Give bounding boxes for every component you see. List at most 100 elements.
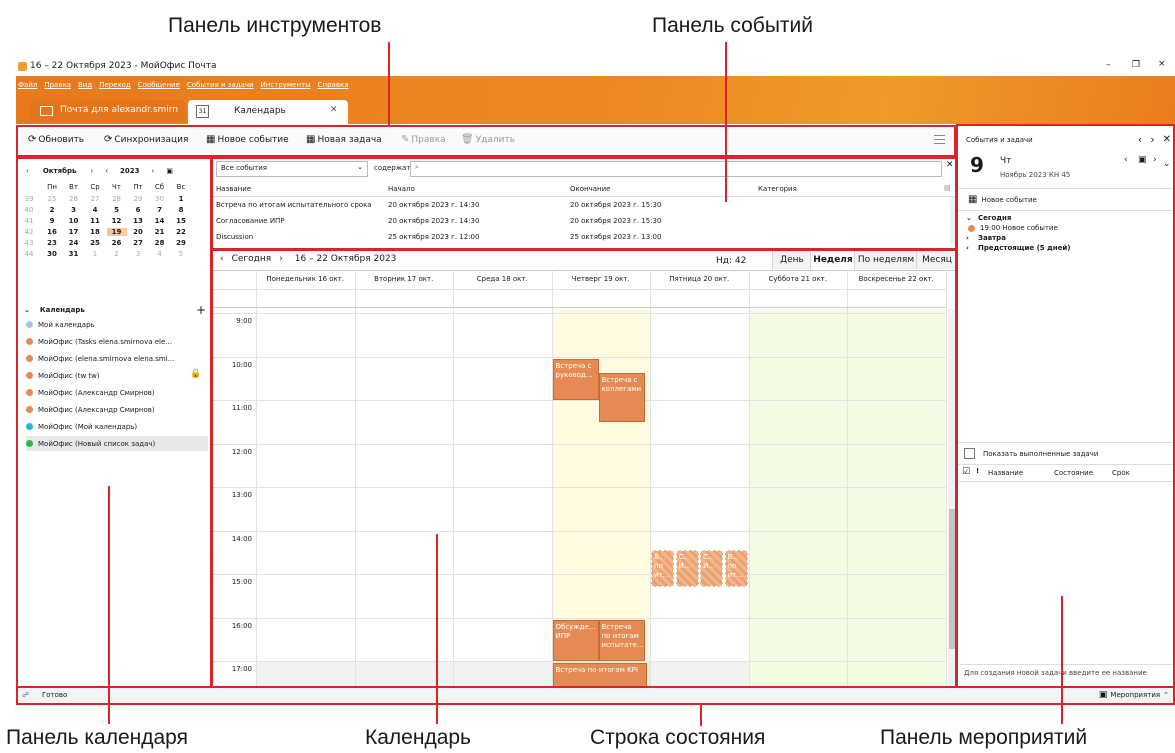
calendar-item[interactable]: МойОфис (Александр Смирнов): [26, 385, 208, 400]
scrollbar-thumb[interactable]: [949, 509, 955, 649]
next-year-icon[interactable]: ›: [152, 167, 155, 175]
mini-calendar-day[interactable]: 6: [128, 206, 148, 214]
next-week-icon[interactable]: ›: [279, 254, 283, 264]
tab-mail[interactable]: Почта для alexandr.smirn: [30, 100, 185, 122]
day-column[interactable]: [354, 309, 453, 686]
task-col-status[interactable]: Состояние: [1054, 469, 1093, 477]
calendar-item[interactable]: МойОфис (Александр Смирнов): [26, 402, 208, 417]
col-name[interactable]: Название: [216, 185, 251, 193]
mini-calendar-day[interactable]: 14: [150, 217, 170, 225]
prev-month-icon[interactable]: ‹: [26, 167, 29, 175]
tentative-event[interactable]: В... по ит...: [724, 550, 748, 588]
mini-calendar-day[interactable]: 30: [150, 195, 170, 203]
agenda-section[interactable]: › Завтра: [966, 234, 1006, 242]
tentative-event[interactable]: С... И...: [675, 550, 699, 588]
mini-calendar-day[interactable]: 2: [107, 250, 127, 258]
mini-calendar-day[interactable]: 4: [85, 206, 105, 214]
close-pane-icon[interactable]: ✕: [1163, 134, 1171, 145]
next-month-icon[interactable]: ›: [90, 167, 93, 175]
menu-events-tasks[interactable]: События и задачи: [187, 81, 254, 89]
view-tab[interactable]: Неделя: [810, 251, 855, 271]
calendar-event[interactable]: Встреча с коллегами: [598, 373, 645, 423]
events-table-row[interactable]: Согласование ИПР 20 октября 2023 г. 14:30…: [212, 213, 948, 229]
new-task-input[interactable]: Для создания новой задачи введите ее наз…: [960, 664, 1172, 681]
menu-tools[interactable]: Инструменты: [261, 81, 311, 89]
menu-message[interactable]: Сообщение: [138, 81, 180, 89]
calendar-item[interactable]: МойОфис (Мой календарь): [26, 419, 208, 434]
activities-toggle[interactable]: ▣ Мероприятия ⌃: [1099, 690, 1169, 700]
today-icon[interactable]: ▣: [1138, 155, 1147, 165]
calendar-event[interactable]: Встреча по итогам испытате...: [598, 619, 645, 662]
mini-calendar-day[interactable]: 9: [42, 217, 62, 225]
mini-calendar-day[interactable]: 31: [64, 250, 84, 258]
day-column[interactable]: [453, 309, 552, 686]
menu-help[interactable]: Справка: [318, 81, 349, 89]
calendar-item[interactable]: МойОфис (Новый список задач): [26, 436, 208, 451]
minimize-icon[interactable]: –: [1106, 60, 1111, 70]
events-filter-select[interactable]: Все события ⌄: [216, 161, 368, 177]
mini-calendar-day[interactable]: 16: [42, 228, 62, 236]
mini-calendar-day[interactable]: 24: [64, 239, 84, 247]
next-icon[interactable]: ›: [1150, 133, 1154, 146]
new-task-button[interactable]: ▦ Новая задача: [306, 134, 382, 145]
day-header[interactable]: Понедельник 16 окт.: [256, 275, 355, 283]
day-header[interactable]: Пятница 20 окт.: [650, 275, 749, 283]
checkbox[interactable]: [964, 448, 975, 459]
mini-calendar-day[interactable]: 1: [171, 195, 191, 203]
events-table-row[interactable]: Встреча по итогам испытательного срока 20…: [212, 197, 948, 213]
calendar-event[interactable]: Обсужде... ИПР: [552, 619, 599, 662]
calendar-item[interactable]: МойОфис (elena.smirnova elena.smi...: [26, 351, 208, 366]
mini-calendar-day[interactable]: 30: [42, 250, 62, 258]
agenda-item[interactable]: 19:00 Новое событие: [968, 224, 1058, 232]
menu-edit[interactable]: Правка: [44, 81, 71, 89]
mini-calendar-day[interactable]: 5: [171, 250, 191, 258]
agenda-section[interactable]: › Предстоящие (5 дней): [966, 244, 1070, 252]
mini-calendar-day[interactable]: 20: [128, 228, 148, 236]
day-header[interactable]: Суббота 21 окт.: [749, 275, 848, 283]
next-day-icon[interactable]: ›: [1153, 155, 1157, 165]
events-table-row[interactable]: Discussion 25 октября 2023 г. 12:00 25 окт…: [212, 229, 948, 245]
priority-column-icon[interactable]: !: [976, 467, 979, 475]
view-tab[interactable]: По неделям: [854, 251, 917, 269]
mini-calendar-day[interactable]: 27: [85, 195, 105, 203]
menu-go[interactable]: Переход: [99, 81, 131, 89]
column-picker-icon[interactable]: ▤: [944, 184, 951, 192]
clear-search-icon[interactable]: ✕: [946, 160, 954, 170]
edit-button[interactable]: ✎ Правка: [401, 134, 446, 145]
calendar-item[interactable]: МойОфис (Tasks elena.smirnova ele...: [26, 334, 208, 349]
view-tab[interactable]: День: [772, 251, 811, 269]
prev-icon[interactable]: ‹: [1138, 133, 1142, 146]
check-column-icon[interactable]: ☑: [962, 467, 970, 477]
mini-calendar-day[interactable]: 7: [150, 206, 170, 214]
mini-calendar-day[interactable]: 28: [150, 239, 170, 247]
mini-calendar-day[interactable]: 23: [42, 239, 62, 247]
view-tab[interactable]: Месяц: [916, 251, 956, 269]
mini-calendar-day[interactable]: 26: [107, 239, 127, 247]
tentative-event[interactable]: В... по ит...: [651, 550, 674, 588]
task-col-due[interactable]: Срок: [1112, 469, 1130, 477]
menu-icon[interactable]: [934, 135, 945, 144]
tab-close-icon[interactable]: ✕: [330, 105, 338, 115]
day-header[interactable]: Четверг 19 окт.: [552, 275, 651, 283]
refresh-button[interactable]: ⟳ Обновить: [28, 134, 84, 145]
show-completed-toggle[interactable]: Показать выполненные задачи: [964, 448, 1098, 459]
tab-calendar[interactable]: 31 Календарь ✕: [188, 100, 348, 124]
agenda-section[interactable]: ⌄ Сегодня: [966, 214, 1011, 222]
col-start[interactable]: Начало: [388, 185, 415, 193]
mini-calendar-day[interactable]: 25: [85, 239, 105, 247]
mini-calendar-day[interactable]: 29: [128, 195, 148, 203]
new-event-button[interactable]: ▦ Новое событие: [206, 134, 289, 145]
today-button[interactable]: Сегодня: [232, 254, 272, 264]
mini-calendar-day[interactable]: 5: [107, 206, 127, 214]
mini-calendar-day[interactable]: 4: [150, 250, 170, 258]
mini-calendar-day[interactable]: 19: [106, 228, 127, 236]
calendar-item[interactable]: Мой календарь: [26, 317, 208, 332]
mini-calendar-day[interactable]: 1: [85, 250, 105, 258]
task-col-name[interactable]: Название: [988, 469, 1023, 477]
events-search-input[interactable]: ⌕: [410, 161, 942, 177]
today-new-event-button[interactable]: ▦ Новое событие: [968, 194, 1037, 205]
day-header[interactable]: Вторник 17 окт.: [355, 275, 454, 283]
day-header[interactable]: Среда 18 окт.: [453, 275, 552, 283]
menu-file[interactable]: Файл: [18, 81, 37, 89]
col-end[interactable]: Окончание: [570, 185, 610, 193]
